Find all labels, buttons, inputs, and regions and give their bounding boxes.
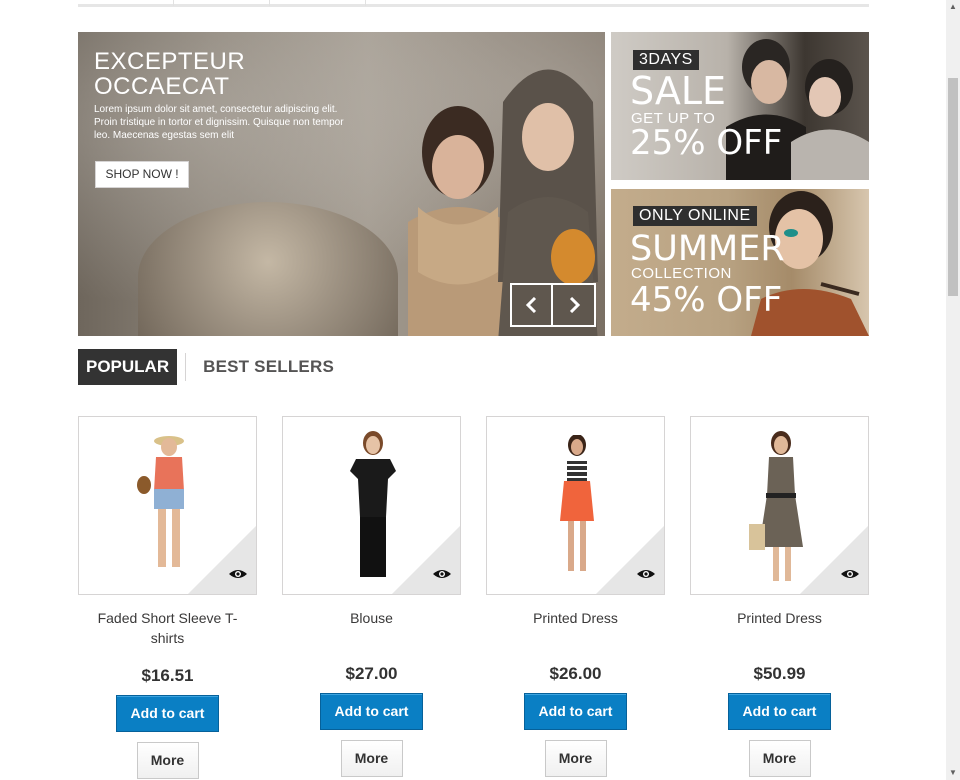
add-to-cart-button[interactable]: Add to cart [728, 693, 831, 730]
quick-view-eye-icon[interactable] [636, 568, 656, 580]
product-price: $16.51 [141, 666, 194, 685]
scroll-up-arrow-icon[interactable]: ▲ [946, 0, 960, 14]
quick-view-eye-icon[interactable] [840, 568, 860, 580]
product-name[interactable]: Printed Dress [690, 608, 869, 628]
quick-view-eye-icon[interactable] [228, 568, 248, 580]
sale-headline: SALE [630, 69, 727, 113]
product-card: Faded Short Sleeve T-shirts $16.51 Add t… [78, 416, 257, 779]
tab-popular[interactable]: POPULAR [78, 349, 178, 385]
summer-headline: SUMMER [630, 229, 785, 269]
product-image[interactable] [282, 416, 461, 595]
scroll-down-arrow-icon[interactable]: ▼ [946, 766, 960, 780]
summer-discount: 45% OFF [630, 280, 783, 320]
slider-title: EXCEPTEUR OCCAECAT [94, 48, 246, 100]
product-name[interactable]: Printed Dress [486, 608, 665, 628]
product-card: Printed Dress $50.99 Add to cart More [690, 416, 869, 779]
product-image[interactable] [78, 416, 257, 595]
product-price: $50.99 [753, 664, 806, 683]
vertical-scrollbar[interactable]: ▲ ▼ [946, 0, 960, 780]
tab-best-sellers[interactable]: BEST SELLERS [203, 357, 334, 377]
shop-now-button[interactable]: SHOP NOW ! [95, 161, 189, 188]
chevron-left-icon[interactable] [512, 285, 554, 325]
menu-segment[interactable] [78, 0, 174, 6]
add-to-cart-button[interactable]: Add to cart [116, 695, 219, 732]
add-to-cart-button[interactable]: Add to cart [524, 693, 627, 730]
more-button[interactable]: More [340, 740, 403, 777]
product-card: Printed Dress $26.00 Add to cart More [486, 416, 665, 779]
quick-view-eye-icon[interactable] [432, 568, 452, 580]
online-tag: ONLY ONLINE [633, 206, 757, 226]
product-list: Faded Short Sleeve T-shirts $16.51 Add t… [78, 416, 869, 779]
sale-banner[interactable]: 3DAYS SALE GET UP TO 25% OFF [611, 32, 869, 180]
product-name[interactable]: Blouse [282, 608, 461, 628]
product-tabs: POPULAR BEST SELLERS [78, 349, 334, 385]
slider-controls [510, 283, 596, 327]
product-name[interactable]: Faded Short Sleeve T-shirts [78, 608, 257, 648]
menu-segment[interactable] [174, 0, 270, 6]
more-button[interactable]: More [544, 740, 607, 777]
tab-divider [185, 353, 187, 381]
product-price: $26.00 [549, 664, 602, 683]
summer-banner[interactable]: ONLY ONLINE SUMMER COLLECTION 45% OFF [611, 189, 869, 336]
product-image[interactable] [486, 416, 665, 595]
sale-tag: 3DAYS [633, 50, 699, 70]
slider-description: Lorem ipsum dolor sit amet, consectetur … [94, 104, 344, 141]
scrollbar-thumb[interactable] [948, 78, 958, 296]
top-menu-bar [78, 0, 869, 7]
homepage-slider: EXCEPTEUR OCCAECAT Lorem ipsum dolor sit… [78, 32, 605, 336]
more-button[interactable]: More [748, 740, 811, 777]
add-to-cart-button[interactable]: Add to cart [320, 693, 423, 730]
sale-discount: 25% OFF [630, 123, 783, 163]
more-button[interactable]: More [136, 742, 199, 779]
product-price: $27.00 [345, 664, 398, 683]
chevron-right-icon[interactable] [553, 285, 594, 325]
product-card: Blouse $27.00 Add to cart More [282, 416, 461, 779]
menu-segment[interactable] [270, 0, 366, 6]
product-image[interactable] [690, 416, 869, 595]
